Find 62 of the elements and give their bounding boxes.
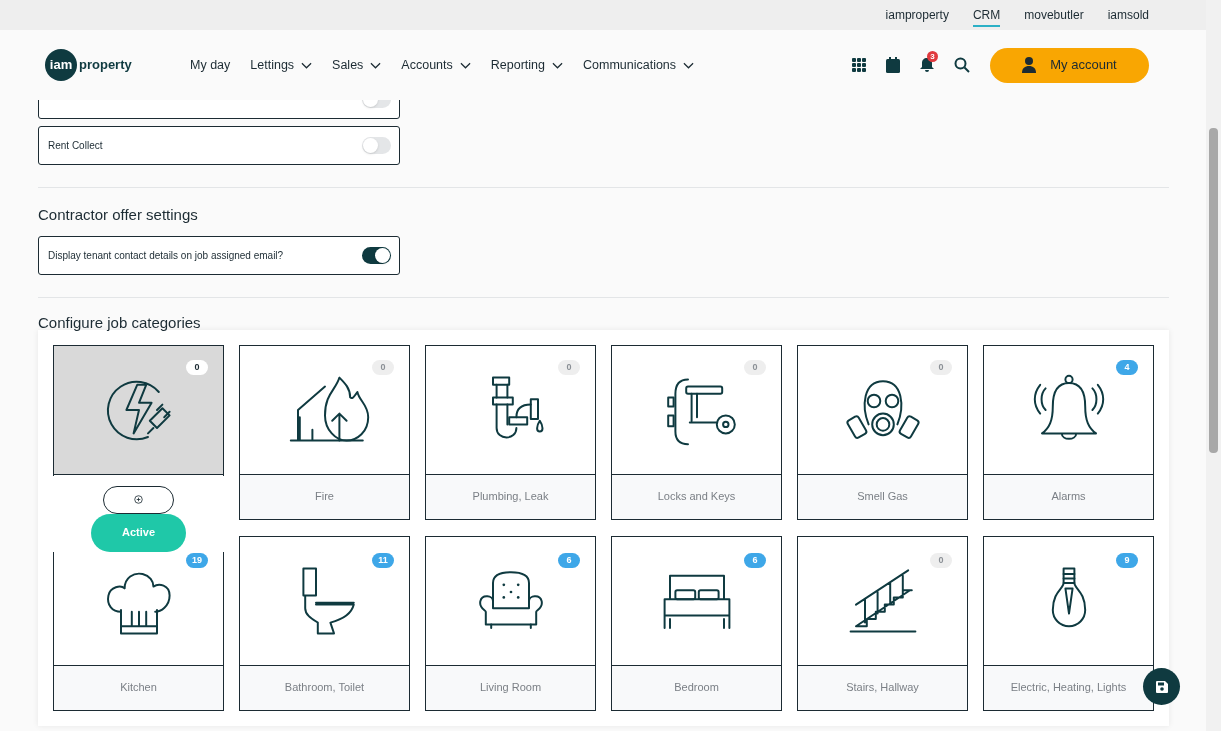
save-icon [1154,679,1169,694]
chevron-down-icon [552,61,563,69]
category-tile[interactable]: 0 [54,345,223,475]
category-label: Plumbing, Leak [426,474,595,519]
count-badge: 0 [558,359,580,375]
search-button[interactable] [954,57,970,73]
category-label: Bathroom, Toilet [240,665,409,710]
notification-count: 3 [927,51,938,62]
apps-button[interactable] [852,58,866,72]
toggle-switch[interactable] [362,137,391,154]
nav-link[interactable]: Reporting [490,55,563,75]
site-link[interactable]: iamsold [1107,6,1149,24]
category-label: Living Room [426,665,595,710]
category-label: Bedroom [612,665,781,710]
user-icon [1022,57,1037,73]
section-title: Configure job categories [38,313,202,332]
nav-link[interactable]: Communications [583,55,695,75]
setting-label: Display tenant contact details on job assigned email? [48,248,284,263]
count-badge: 0 [930,552,952,568]
site-link[interactable]: movebutler [1024,6,1084,24]
category-label: Locks and Keys [612,474,781,519]
section-title: Contractor offer settings [38,205,199,225]
logo-badge: iam [45,49,77,81]
category-label: Smell Gas [798,474,967,519]
count-badge: 4 [1116,359,1138,375]
count-badge: 6 [744,552,766,568]
scrollbar[interactable] [1206,0,1221,731]
toggle-switch[interactable] [362,246,391,264]
nav-link[interactable]: Lettings [250,55,313,75]
logo-text: property [79,56,132,75]
category-label: Kitchen [54,665,223,710]
count-badge: 9 [1116,552,1138,568]
nav-link[interactable]: Sales [332,55,382,75]
category-label: Fire [240,474,409,519]
chevron-down-icon [459,61,471,69]
bell-icon [920,57,934,73]
category-label: Stairs, Hallway [798,665,967,710]
nav-link[interactable]: My day [190,55,231,75]
site-link[interactable]: iamproperty [885,6,949,24]
category-label: Alarms [984,474,1153,519]
grid-icon [852,58,866,72]
setting-label: Rent Collect [48,139,103,153]
notifications-button[interactable] [920,57,934,73]
chevron-down-icon [370,61,382,69]
count-badge: 0 [744,359,766,375]
count-badge: 19 [186,552,208,568]
category-label: Electric, Heating, Lights [984,665,1153,710]
plus-circle-icon [134,495,143,504]
site-link[interactable]: CRM [972,6,1001,27]
add-button[interactable] [103,485,174,514]
count-badge: 6 [558,552,580,568]
chevron-down-icon [301,61,313,69]
nav-link[interactable]: Accounts [401,55,471,75]
count-badge: 0 [186,359,208,375]
chevron-down-icon [683,61,695,69]
my-account-button[interactable]: My account [990,47,1149,83]
count-badge: 0 [372,359,394,375]
count-badge: 11 [372,552,394,568]
calendar-icon [886,57,900,73]
count-badge: 0 [930,359,952,375]
search-icon [954,57,970,73]
calendar-button[interactable] [886,57,900,73]
